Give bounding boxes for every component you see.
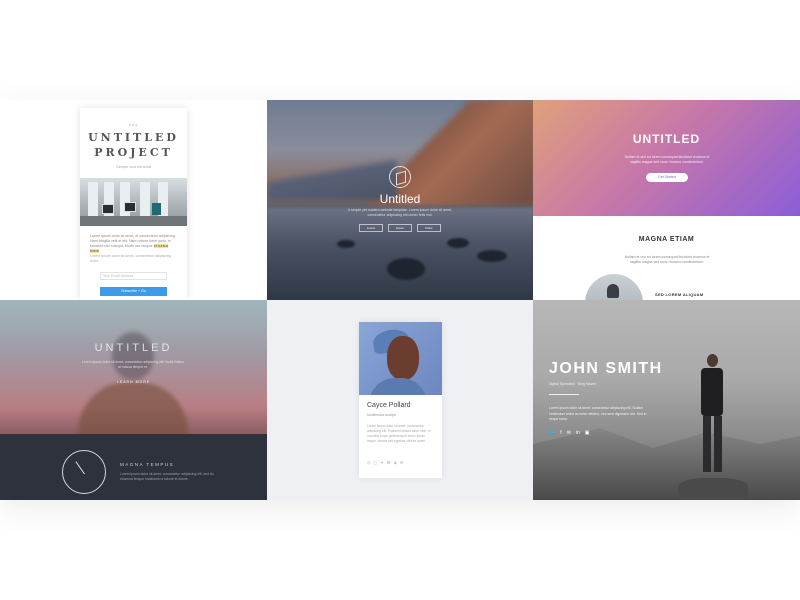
- email-input[interactable]: Your Email Address: [100, 272, 167, 280]
- card-kicker: hey: [128, 122, 139, 127]
- social-icon[interactable]: ▢: [374, 460, 378, 465]
- learn-more-link[interactable]: LEARN MORE: [0, 380, 267, 384]
- gradient-title: UNTITLED: [632, 132, 701, 146]
- tile-profile-card[interactable]: Cayce Pollard Multimedia Analyst Lorem i…: [267, 300, 533, 500]
- card-body: Lorem ipsum dolor sit amet, et consectet…: [90, 234, 176, 253]
- feature-text: Lorem ipsum dolor sit amet, consectetur …: [120, 472, 214, 481]
- landscape-subtitle: A simple yet modern website template. Lo…: [347, 208, 453, 217]
- mail-icon[interactable]: ✉: [567, 430, 571, 436]
- subscribe-button[interactable]: Subscribe + Go: [100, 287, 167, 296]
- overlay-title: UNTITLED: [94, 342, 173, 354]
- newsletter-card: hey UNTITLED PROJECT Simple and minimal …: [80, 108, 187, 300]
- card-body-tail: Lorem ipsum dolor sit amet, consectetur …: [90, 254, 171, 263]
- social-icon[interactable]: ⌘: [387, 460, 391, 465]
- social-icon[interactable]: ✉: [400, 460, 403, 465]
- profile-social-icons: ◎ ▢ ✦ ⌘ ◈ ✉: [367, 460, 403, 465]
- section-title: MAGNA ETIAM: [638, 236, 695, 243]
- landscape-buttons: Lorem Ipsum Dolor: [359, 224, 441, 232]
- gradient-subtitle: Nullam et orci eu lorem consequat tincid…: [624, 155, 710, 164]
- section-caption: SED LOREM ALIQUAM: [655, 292, 704, 297]
- profile-role: Multimedia Analyst: [367, 413, 397, 417]
- profile-photo: [359, 322, 442, 395]
- hiker-figure: [695, 354, 731, 480]
- feature-title: MAGNA TEMPUS: [120, 462, 175, 467]
- social-icon[interactable]: ◈: [394, 460, 397, 465]
- john-smith-social-icons: 🐦 f ✉ in ▣: [549, 430, 589, 436]
- landscape-title: Untitled: [379, 192, 421, 206]
- facebook-icon[interactable]: f: [560, 430, 561, 436]
- card-title-line1: UNTITLED: [88, 131, 179, 144]
- john-smith-subtitle: Digital Specialist · Blog Maven: [549, 382, 597, 386]
- profile-name: Cayce Pollard: [367, 402, 411, 409]
- profile-bio: Lorem ipsum dolor sit amet, consectetur …: [367, 424, 431, 443]
- hiker-avatar: [585, 274, 643, 300]
- landscape-button-1[interactable]: Lorem: [359, 224, 383, 232]
- twitter-icon[interactable]: 🐦: [549, 430, 555, 436]
- tile-untitled-project[interactable]: hey UNTITLED PROJECT Simple and minimal …: [0, 100, 267, 300]
- office-image: [80, 178, 187, 226]
- social-icon[interactable]: ◎: [367, 460, 371, 465]
- social-icon[interactable]: ✦: [380, 460, 383, 465]
- gauge-icon: [62, 450, 106, 494]
- tile-untitled-overlay[interactable]: UNTITLED Lorem ipsum dolor sit amet, con…: [0, 300, 267, 500]
- landscape-button-2[interactable]: Ipsum: [388, 224, 412, 232]
- divider: [549, 394, 579, 395]
- john-smith-title: JOHN SMITH: [549, 360, 663, 377]
- tile-untitled-landscape[interactable]: Untitled A simple yet modern website tem…: [267, 100, 533, 300]
- overlay-subtitle: Lorem ipsum dolor sit amet, consectetur …: [82, 360, 184, 369]
- envelope-icon[interactable]: ▣: [585, 430, 590, 436]
- linkedin-icon[interactable]: in: [576, 430, 580, 436]
- section-subtitle: Nullam et orci eu lorem consequat tincid…: [624, 255, 710, 264]
- tile-untitled-gradient[interactable]: UNTITLED Nullam et orci eu lorem consequ…: [533, 100, 800, 300]
- profile-card: Cayce Pollard Multimedia Analyst Lorem i…: [359, 322, 442, 478]
- card-title-line2: PROJECT: [94, 146, 173, 159]
- get-started-button[interactable]: Get Started: [646, 173, 688, 182]
- summit-rock: [678, 478, 748, 500]
- landscape-button-3[interactable]: Dolor: [417, 224, 441, 232]
- card-tagline: Simple and minimal: [116, 164, 151, 169]
- template-grid: hey UNTITLED PROJECT Simple and minimal …: [0, 100, 800, 500]
- john-smith-body: Lorem ipsum dolor sit amet, consectetur …: [549, 406, 647, 421]
- cube-logo-icon: [389, 166, 411, 188]
- tile-john-smith[interactable]: JOHN SMITH Digital Specialist · Blog Mav…: [533, 300, 800, 500]
